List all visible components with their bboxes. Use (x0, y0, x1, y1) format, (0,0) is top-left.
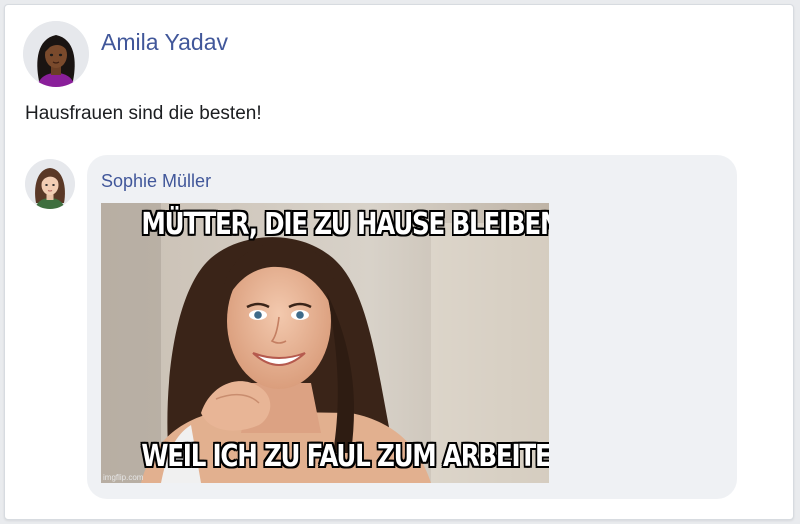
meme-watermark: imgflip.com (103, 473, 144, 482)
comment-bubble: Sophie Müller MÜTTER, DIE ZU HAUSE BLEIB… (87, 155, 737, 499)
post-text: Hausfrauen sind die besten! (25, 103, 262, 124)
woman-avatar-icon (23, 21, 89, 87)
meme-bottom-text: WEIL ICH ZU FAUL ZUM ARBEITEN BIN (141, 439, 549, 474)
comment-author-name[interactable]: Sophie Müller (101, 171, 211, 192)
post-card: Amila Yadav Hausfrauen sind die besten! … (4, 4, 794, 520)
post-author-name[interactable]: Amila Yadav (101, 29, 228, 56)
meme-top-text: MÜTTER, DIE ZU HAUSE BLEIBEN: (141, 207, 549, 242)
woman-avatar-icon (25, 159, 75, 209)
author-avatar[interactable] (23, 21, 89, 87)
meme-image[interactable]: MÜTTER, DIE ZU HAUSE BLEIBEN: WEIL ICH Z… (101, 203, 549, 483)
comment-author-avatar[interactable] (25, 159, 75, 209)
